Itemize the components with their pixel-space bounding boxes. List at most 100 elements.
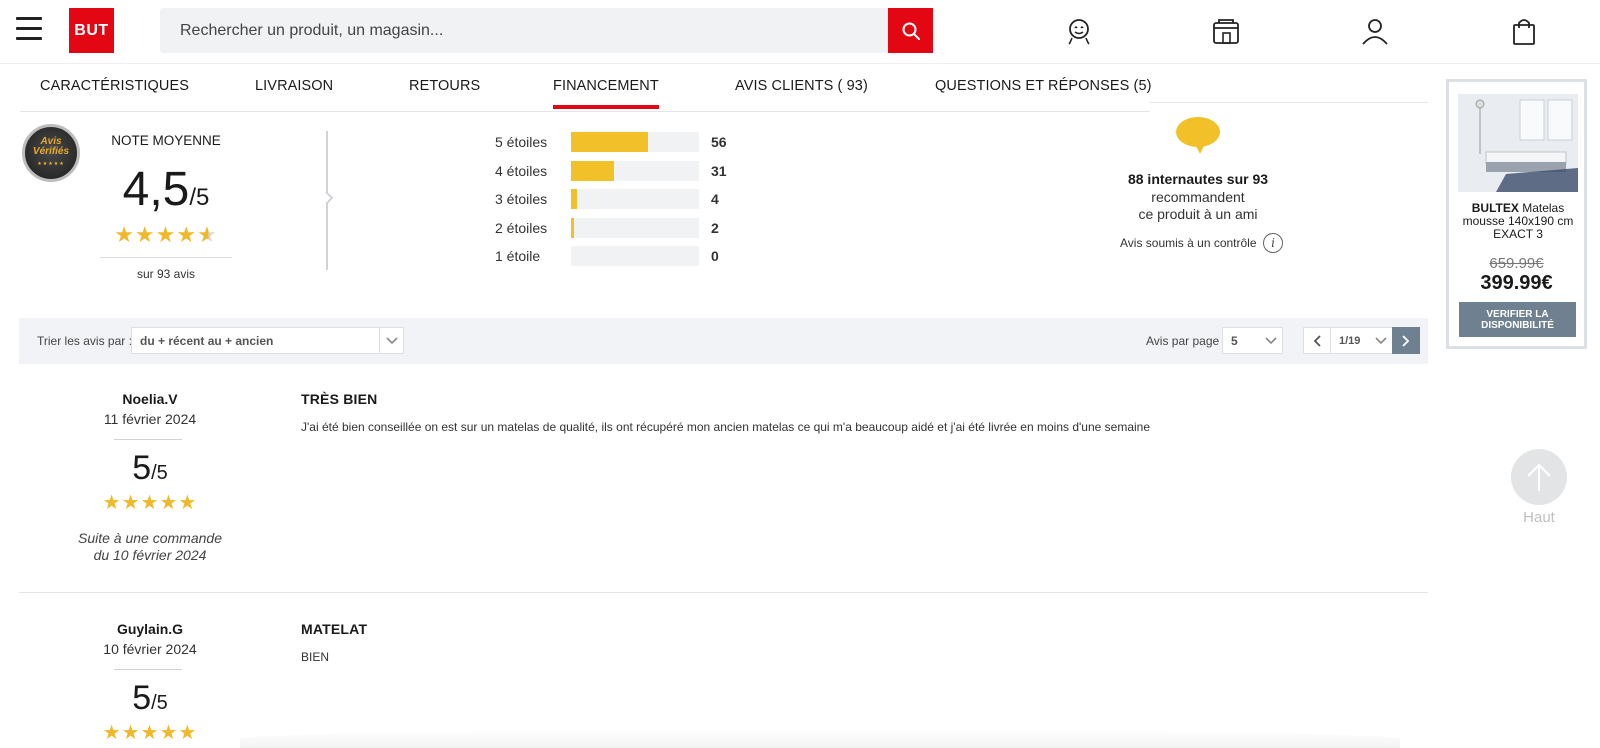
cart-icon[interactable] <box>1507 14 1541 48</box>
review-author: Guylain.G <box>116 621 184 637</box>
order-line: du 10 février 2024 <box>93 547 207 563</box>
tab-financement[interactable]: FINANCEMENT <box>553 78 659 109</box>
rating-row[interactable]: 1 étoile 0 <box>495 246 755 266</box>
divider <box>114 439 182 440</box>
star-icon: ★★★★★ <box>37 161 65 167</box>
back-to-top-button[interactable] <box>1511 449 1567 505</box>
recommend-count: 88 internautes sur 93 <box>1127 171 1269 187</box>
recommend-line: recommandent <box>1151 189 1245 205</box>
chevron-down-icon <box>379 328 403 353</box>
product-old-price: 659.99€ <box>1489 255 1544 272</box>
star-icon: ★★★★★ <box>102 492 198 514</box>
rating-bar-fill <box>571 160 614 181</box>
divider <box>1150 102 1428 103</box>
per-page-select[interactable]: 5 <box>1222 327 1283 354</box>
review-body: J'ai été bien conseillée on est sur un m… <box>301 420 1150 434</box>
rating-bar-track <box>571 217 699 238</box>
search-input[interactable] <box>160 8 888 53</box>
prev-page-button[interactable] <box>1303 327 1331 354</box>
score-out-of: /5 <box>189 184 210 211</box>
review-date: 11 février 2024 <box>103 411 197 427</box>
chevron-right-icon <box>1402 334 1410 347</box>
tab-avis-clients[interactable]: AVIS CLIENTS ( 93) <box>735 78 868 94</box>
divider <box>100 257 232 258</box>
speech-bubble-icon <box>1176 117 1220 154</box>
score-out-of: /5 <box>151 462 168 484</box>
rating-row[interactable]: 4 étoiles 31 <box>495 160 755 181</box>
header: BUT <box>0 0 1600 64</box>
recommend-text: recommandent ce produit à un ami <box>1100 189 1296 223</box>
rating-bar-track <box>571 132 699 152</box>
rating-row[interactable]: 5 étoiles 56 <box>495 132 755 152</box>
tab-retours[interactable]: RETOURS <box>409 78 480 94</box>
rating-row[interactable]: 2 étoiles 2 <box>495 217 755 238</box>
rating-row-label: 1 étoile <box>495 248 541 264</box>
sticky-bar-shadow <box>240 730 1400 748</box>
average-rating-value: 4,5/5 <box>100 164 232 216</box>
rating-row-count: 4 <box>711 191 719 207</box>
tab-questions-reponses[interactable]: QUESTIONS ET RÉPONSES (5) <box>935 78 1152 94</box>
page-select[interactable]: 1/19 <box>1330 327 1393 354</box>
store-icon[interactable] <box>1209 14 1243 48</box>
search-icon <box>902 22 920 40</box>
per-page-value: 5 <box>1231 334 1238 348</box>
next-page-button[interactable] <box>1392 327 1420 354</box>
chevron-left-icon <box>1313 334 1321 347</box>
review-date: 10 février 2024 <box>103 641 197 657</box>
half-star-icon: ★ <box>197 222 218 247</box>
logo[interactable]: BUT <box>69 8 114 53</box>
product-tabs: CARACTÉRISTIQUES LIVRAISON RETOURS FINAN… <box>20 64 1152 112</box>
verified-reviews-badge: Avis Vérifiés ★★★★★ <box>22 124 80 182</box>
rating-bar-fill <box>571 132 649 152</box>
average-rating-stars: ★★★★★ <box>100 222 232 248</box>
tab-caracteristiques[interactable]: CARACTÉRISTIQUES <box>40 78 189 94</box>
product-brand: BULTEX <box>1471 201 1519 215</box>
search-button[interactable] <box>888 8 933 53</box>
review-control-text: Avis soumis à un contrôle <box>1120 236 1257 250</box>
arrow-up-icon <box>1527 463 1551 491</box>
review-body: BIEN <box>301 650 330 664</box>
review-author: Noelia.V <box>122 391 178 407</box>
product-card[interactable]: BULTEX Matelas mousse 140x190 cm EXACT 3… <box>1446 79 1587 349</box>
page-value: 1/19 <box>1339 335 1361 347</box>
rating-row-count: 2 <box>711 219 719 236</box>
review-score-value: 5 <box>132 449 152 487</box>
review-score: 5/5 <box>40 679 260 717</box>
divider <box>114 669 182 670</box>
rating-row-label: 5 étoiles <box>495 134 548 150</box>
sort-value: du + récent au + ancien <box>140 334 274 348</box>
recommend-line: ce produit à un ami <box>1138 206 1258 222</box>
rating-bar-fill <box>571 217 574 238</box>
rating-row[interactable]: 3 étoiles 4 <box>495 189 755 209</box>
product-name[interactable]: BULTEX Matelas mousse 140x190 cm EXACT 3 <box>1453 202 1583 241</box>
menu-icon[interactable] <box>16 17 42 41</box>
average-rating-title: NOTE MOYENNE <box>111 133 221 148</box>
check-availability-button[interactable]: VERIFIER LA DISPONIBILITÉ <box>1459 302 1576 337</box>
chevron-right-icon <box>325 191 334 205</box>
rating-bar-track <box>571 160 699 181</box>
rating-row-count: 56 <box>711 134 727 150</box>
back-to-top-label[interactable]: Haut <box>1511 509 1567 526</box>
score-out-of: /5 <box>151 692 168 714</box>
chevron-down-icon <box>1260 328 1282 353</box>
info-icon[interactable]: i <box>1263 233 1283 253</box>
advisor-icon[interactable] <box>1062 14 1096 48</box>
rating-bar-track <box>571 189 699 209</box>
divider <box>19 592 1428 593</box>
tab-livraison[interactable]: LIVRAISON <box>255 78 333 94</box>
rating-bar-fill <box>571 189 577 209</box>
per-page-label: Avis par page : <box>1146 334 1226 348</box>
sort-select[interactable]: du + récent au + ancien <box>131 327 404 354</box>
product-price: 399.99€ <box>1480 272 1553 294</box>
order-line: Suite à une commande <box>78 530 222 546</box>
chevron-down-icon <box>1370 328 1392 353</box>
badge-line2: Vérifiés <box>32 146 70 157</box>
product-image[interactable] <box>1458 94 1578 192</box>
sort-label: Trier les avis par : <box>37 334 132 348</box>
rating-row-label: 2 étoiles <box>495 219 548 236</box>
star-icon: ★★★★★ <box>102 722 198 744</box>
rating-row-count: 31 <box>711 162 727 179</box>
account-icon[interactable] <box>1358 14 1392 48</box>
review-filter-bar: Trier les avis par : du + récent au + an… <box>19 318 1428 364</box>
rating-bar-track <box>571 246 699 266</box>
